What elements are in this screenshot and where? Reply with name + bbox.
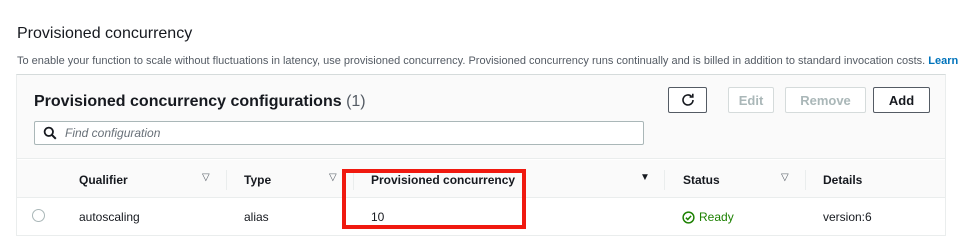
search-icon xyxy=(35,126,65,140)
sort-desc-icon[interactable]: ▼ xyxy=(640,172,650,183)
remove-button[interactable]: Remove xyxy=(785,87,866,113)
search-box xyxy=(34,121,644,145)
learn-more-link[interactable]: Learn more xyxy=(928,55,960,67)
column-divider xyxy=(226,170,227,190)
description-text: To enable your function to scale without… xyxy=(17,55,926,67)
column-header-details[interactable]: Details xyxy=(823,173,862,187)
success-check-icon xyxy=(682,210,695,224)
panel-title: Provisioned concurrency configurations (… xyxy=(34,93,366,111)
column-header-qualifier[interactable]: Qualifier xyxy=(79,173,128,187)
column-divider xyxy=(805,170,806,190)
panel-count: (1) xyxy=(346,93,366,110)
column-divider xyxy=(664,170,665,190)
panel-header: Provisioned concurrency configurations (… xyxy=(17,75,945,159)
column-header-type[interactable]: Type xyxy=(244,173,271,187)
section-title: Provisioned concurrency xyxy=(17,25,193,42)
cell-status: Ready xyxy=(682,210,734,224)
sort-icon[interactable]: ▽ xyxy=(202,172,210,183)
add-button[interactable]: Add xyxy=(873,87,930,113)
cell-qualifier: autoscaling xyxy=(79,210,140,224)
cell-details: version:6 xyxy=(823,210,872,224)
edit-button[interactable]: Edit xyxy=(728,87,774,113)
cell-type: alias xyxy=(244,210,269,224)
row-select-radio[interactable] xyxy=(32,209,45,222)
search-input[interactable] xyxy=(65,126,625,140)
sort-icon[interactable]: ▽ xyxy=(781,172,789,183)
column-header-status[interactable]: Status xyxy=(683,173,720,187)
refresh-icon xyxy=(681,93,694,106)
sort-icon[interactable]: ▽ xyxy=(329,172,337,183)
status-label: Ready xyxy=(699,210,734,224)
refresh-button[interactable] xyxy=(668,87,707,113)
section-description: To enable your function to scale without… xyxy=(17,55,960,67)
panel-title-text: Provisioned concurrency configurations xyxy=(34,93,342,110)
highlight-annotation-box xyxy=(342,169,526,229)
